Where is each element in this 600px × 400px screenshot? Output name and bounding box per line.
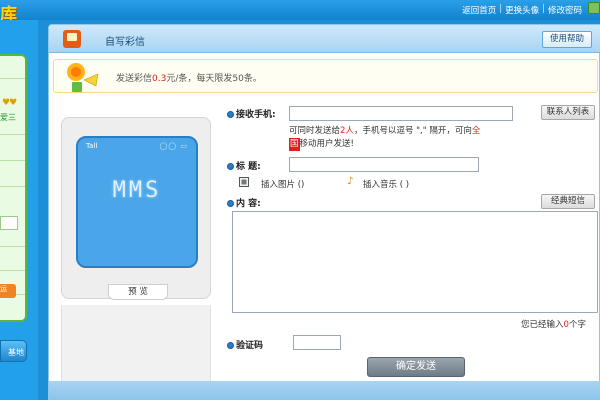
notice-prefix: 发送彩信	[116, 74, 153, 84]
sidebar-base-button[interactable]: 基地	[0, 340, 27, 362]
char-counter: 您已经输入0个字	[521, 318, 586, 330]
captcha-input[interactable]	[293, 335, 341, 350]
insert-music-count: ( )	[399, 180, 410, 190]
notice-text: 发送彩信0.3元/条，每天限发50条。	[116, 71, 262, 84]
sidebar-input[interactable]	[0, 216, 18, 230]
sidebar: ♥♥ 爱三 运 基地 om	[0, 20, 38, 400]
flower-icon	[67, 63, 99, 92]
divider	[0, 186, 25, 187]
bullet-icon	[227, 111, 234, 118]
separator: |	[542, 4, 545, 14]
captcha-label-text: 验证码	[236, 341, 264, 351]
classic-sms-button[interactable]: 经典短信	[541, 194, 595, 209]
insert-music-link[interactable]: 插入音乐 ( )	[363, 178, 409, 190]
divider	[0, 246, 25, 247]
recipients-input[interactable]	[289, 106, 513, 121]
counter-suffix: 个字	[568, 320, 586, 330]
divider	[0, 270, 25, 271]
submit-button[interactable]: 确定发送	[367, 357, 465, 377]
sidebar-panel: ♥♥ 爱三	[0, 54, 27, 322]
insert-image-label: 插入图片	[261, 180, 296, 190]
phone-bottom: 预 览	[72, 278, 202, 300]
home-link[interactable]: 返回首页	[462, 4, 496, 16]
corner-button[interactable]	[588, 2, 600, 14]
captcha-label: 验证码	[227, 338, 263, 351]
hint-text: 移动用户发送!	[299, 139, 354, 149]
top-bar: 库 返回首页 | 更换头像 | 修改密码	[0, 0, 600, 25]
recipients-label-text: 接收手机:	[236, 110, 276, 120]
main-panel: 自写彩信 使用帮助 发送彩信0.3元/条，每天限发50条。 Tall ◯◯ ▭ …	[48, 24, 600, 400]
heart-icon: ♥♥	[2, 98, 17, 108]
content-textarea[interactable]	[232, 211, 598, 313]
hint-text: ，手机号以逗号 "," 隔开，可向	[353, 126, 472, 136]
mms-screen-text: MMS	[112, 178, 162, 203]
image-icon[interactable]	[239, 177, 249, 187]
help-button[interactable]: 使用帮助	[542, 31, 592, 48]
change-avatar-link[interactable]: 更换头像	[505, 4, 539, 16]
separator: |	[499, 4, 503, 14]
sidebar-text[interactable]: 爱三	[0, 112, 16, 123]
signal-indicator: Tall	[86, 142, 98, 150]
counter-prefix: 您已经输入	[521, 320, 564, 330]
panel-footer	[49, 381, 600, 400]
phone-screen: Tall ◯◯ ▭ MMS	[76, 136, 198, 268]
recipients-hint: 可同时发送给2人，手机号以逗号 "," 隔开，可向全 国移动用户发送!	[289, 125, 521, 151]
insert-image-count: ()	[297, 180, 305, 190]
bullet-icon	[227, 200, 234, 207]
page-title: 自写彩信	[105, 37, 145, 48]
hint-text: 可同时发送给	[289, 126, 341, 136]
hint-tag: 国	[289, 138, 300, 151]
recipients-label: 接收手机:	[227, 107, 276, 120]
content-label: 内 容:	[227, 196, 261, 209]
insert-image-link[interactable]: 插入图片 ()	[261, 178, 304, 190]
price-value: 0.3	[152, 74, 167, 84]
phone-stand	[61, 305, 211, 389]
divider	[0, 160, 25, 161]
preview-button[interactable]: 预 览	[108, 284, 168, 300]
bullet-icon	[227, 342, 234, 349]
notice-suffix: 元/条，每天限发50条。	[166, 74, 262, 84]
notice-banner: 发送彩信0.3元/条，每天限发50条。	[53, 59, 598, 93]
sidebar-orange-button[interactable]: 运	[0, 284, 16, 298]
compose-area: Tall ◯◯ ▭ MMS 预 览 接收手机: 联系人列表 可同时发送给2人，手…	[49, 97, 600, 389]
top-links: 返回首页 | 更换头像 | 修改密码	[462, 4, 582, 16]
title-label-text: 标 题:	[236, 162, 261, 172]
title-label: 标 题:	[227, 159, 261, 172]
music-note-icon[interactable]: ♪	[347, 176, 353, 187]
mms-icon	[63, 30, 81, 48]
content-label-text: 内 容:	[236, 199, 261, 209]
insert-music-label: 插入音乐	[363, 180, 398, 190]
panel-header: 自写彩信 使用帮助	[49, 25, 600, 53]
hint-highlight: 全	[471, 126, 481, 136]
divider	[0, 78, 25, 79]
battery-icon: ◯◯ ▭	[159, 142, 188, 150]
hint-count: 2人	[340, 126, 354, 136]
title-input[interactable]	[289, 157, 479, 172]
phone-preview: Tall ◯◯ ▭ MMS 预 览	[61, 117, 211, 300]
change-password-link[interactable]: 修改密码	[548, 4, 582, 16]
bullet-icon	[227, 163, 234, 170]
contact-list-button[interactable]: 联系人列表	[541, 105, 595, 120]
divider	[0, 134, 25, 135]
